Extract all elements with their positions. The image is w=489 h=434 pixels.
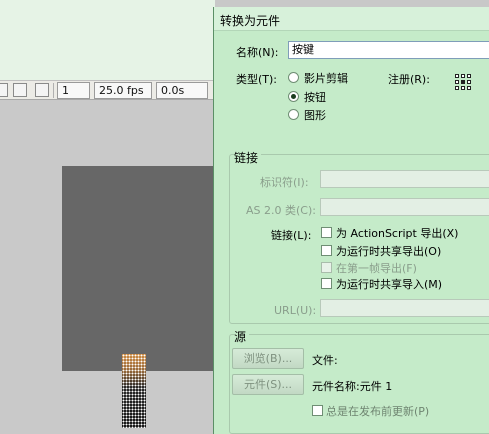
browse-button[interactable]: 浏览(B)... xyxy=(232,348,304,369)
linkage-group-title: 链接 xyxy=(234,149,262,166)
registration-grid-icon[interactable] xyxy=(455,74,473,90)
import-runtime-sharing-label: 为运行时共享导入(M) xyxy=(336,278,443,291)
linkage-label: 链接(L): xyxy=(271,229,312,242)
identifier-label: 标识符(I): xyxy=(260,176,309,189)
stage-canvas xyxy=(62,166,215,428)
current-frame-field[interactable]: 1 xyxy=(57,82,90,99)
dialog-titlebar[interactable]: 转换为元件 xyxy=(214,7,489,31)
export-first-frame-label: 在第一帧导出(F) xyxy=(336,262,417,275)
source-group-title: 源 xyxy=(234,328,250,345)
always-update-checkbox[interactable] xyxy=(312,405,323,416)
export-actionscript-checkbox[interactable] xyxy=(321,227,332,238)
registration-label: 注册(R): xyxy=(388,73,430,86)
symbol-name-input[interactable]: 按键 xyxy=(288,41,489,59)
onion-skin-icon[interactable] xyxy=(0,83,8,97)
stage-area xyxy=(0,100,215,434)
export-first-frame-checkbox[interactable] xyxy=(321,262,332,273)
toolbar-divider xyxy=(53,83,54,98)
type-option-movieclip: 影片剪辑 xyxy=(304,72,348,85)
source-file-label: 文件: xyxy=(312,354,338,367)
name-label: 名称(N): xyxy=(236,46,279,59)
type-radio-button[interactable] xyxy=(288,91,299,102)
edit-multiple-frames-icon[interactable] xyxy=(35,83,49,97)
type-option-graphic: 图形 xyxy=(304,109,326,122)
dialog-title: 转换为元件 xyxy=(220,14,281,28)
as2-class-input[interactable] xyxy=(320,198,489,216)
symbol-select-button[interactable]: 元件(S)... xyxy=(232,374,304,395)
type-option-button: 按钮 xyxy=(304,91,326,104)
import-runtime-sharing-checkbox[interactable] xyxy=(321,278,332,289)
export-runtime-sharing-label: 为运行时共享导出(O) xyxy=(336,245,442,258)
button-graphic[interactable] xyxy=(122,354,146,428)
frame-rate-field[interactable]: 25.0 fps xyxy=(94,82,152,99)
export-runtime-sharing-checkbox[interactable] xyxy=(321,245,332,256)
url-input[interactable] xyxy=(320,299,489,317)
source-symbol-name: 元件名称:元件 1 xyxy=(312,380,393,393)
export-actionscript-label: 为 ActionScript 导出(X) xyxy=(336,227,459,240)
type-radio-movieclip[interactable] xyxy=(288,72,299,83)
convert-to-symbol-dialog: 转换为元件 名称(N): 按键 类型(T): 影片剪辑 按钮 图形 注册(R):… xyxy=(213,7,489,434)
identifier-input[interactable] xyxy=(320,170,489,188)
as2-class-label: AS 2.0 类(C): xyxy=(246,204,316,217)
timeline-toolbar: 1 25.0 fps 0.0s xyxy=(0,80,215,100)
elapsed-time-field[interactable]: 0.0s xyxy=(156,82,208,99)
onion-skin-outlines-icon[interactable] xyxy=(13,83,27,97)
always-update-label: 总是在发布前更新(P) xyxy=(326,405,430,418)
workspace-panel xyxy=(0,0,215,80)
type-radio-graphic[interactable] xyxy=(288,109,299,120)
type-label: 类型(T): xyxy=(236,73,278,86)
url-label: URL(U): xyxy=(274,304,317,317)
